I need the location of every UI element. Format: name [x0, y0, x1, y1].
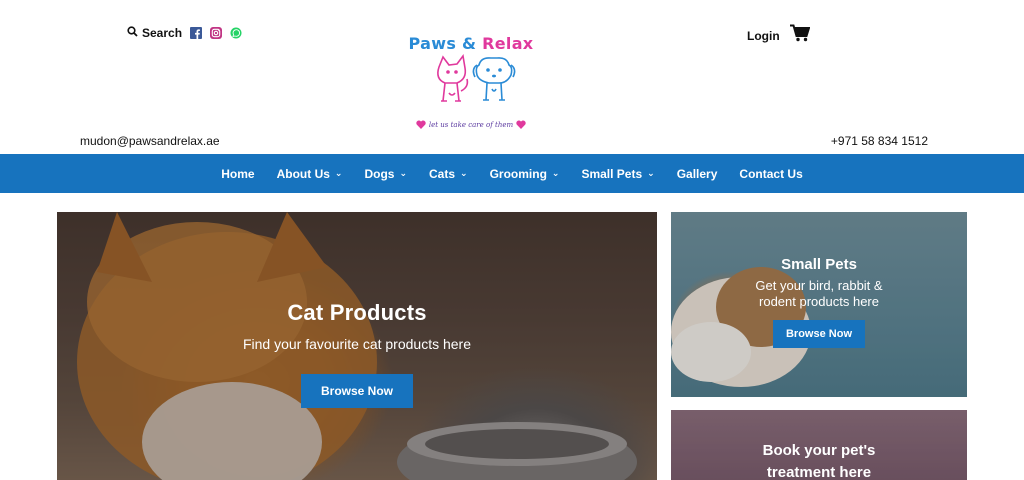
cat-dog-logo-icon: [437, 54, 516, 102]
hero-browse-button[interactable]: Browse Now: [300, 374, 413, 408]
header-right-tools: Login: [747, 24, 811, 47]
nav-item-grooming[interactable]: Grooming ⌄: [479, 167, 571, 181]
header-left-tools: Search: [127, 26, 242, 40]
nav-item-gallery[interactable]: Gallery: [666, 167, 729, 181]
chevron-down-icon: ⌄: [334, 168, 343, 178]
card-small-pets: Small Pets Get your bird, rabbit & roden…: [671, 212, 967, 397]
card-small-pets-title: Small Pets: [781, 256, 857, 273]
card-book-title: Book your pet's treatment here: [762, 442, 876, 480]
nav-item-about-us[interactable]: About Us ⌄: [266, 167, 354, 181]
main-navigation: Home About Us ⌄ Dogs ⌄ Cats ⌄ Grooming ⌄ Sma…: [0, 154, 1024, 193]
instagram-icon[interactable]: [210, 27, 223, 39]
contact-phone[interactable]: +971 58 834 1512: [831, 134, 928, 148]
search-icon: [127, 26, 138, 40]
whatsapp-icon[interactable]: [230, 27, 242, 39]
card-small-pets-content: Small Pets Get your bird, rabbit & roden…: [671, 256, 967, 348]
site-logo[interactable]: Paws & Relax let us take care of them: [408, 34, 534, 130]
login-link[interactable]: Login: [747, 29, 780, 43]
card-small-pets-subtitle: Get your bird, rabbit & rodent products …: [755, 278, 883, 309]
hero-subtitle: Find your favourite cat products here: [242, 336, 471, 352]
facebook-icon[interactable]: [190, 27, 203, 39]
card-book-treatment[interactable]: Book your pet's treatment here: [671, 410, 967, 480]
logo-title: Paws & Relax: [408, 34, 534, 53]
nav-item-cats[interactable]: Cats ⌄: [418, 167, 479, 181]
chevron-down-icon: ⌄: [460, 168, 468, 178]
hero-cat-products: Cat Products Find your favourite cat pro…: [57, 212, 657, 480]
chevron-down-icon: ⌄: [551, 168, 560, 178]
nav-item-home[interactable]: Home: [210, 167, 265, 181]
chevron-down-icon: ⌄: [399, 168, 408, 178]
search-button[interactable]: Search: [127, 26, 182, 40]
heart-icon: [416, 120, 426, 129]
nav-item-dogs[interactable]: Dogs ⌄: [353, 167, 418, 181]
contact-email[interactable]: mudon@pawsandrelax.ae: [80, 134, 220, 148]
heart-icon: [516, 120, 526, 129]
nav-item-small-pets[interactable]: Small Pets ⌄: [570, 167, 665, 181]
search-label: Search: [142, 26, 183, 40]
cart-icon[interactable]: [789, 24, 811, 47]
chevron-down-icon: ⌄: [647, 168, 655, 178]
hero-title: Cat Products: [287, 300, 427, 325]
card-book-content: Book your pet's treatment here: [671, 440, 967, 480]
logo-tagline: let us take care of them: [408, 120, 534, 129]
nav-item-contact-us[interactable]: Contact Us: [728, 167, 813, 181]
hero-content: Cat Products Find your favourite cat pro…: [57, 300, 657, 408]
small-pets-browse-button[interactable]: Browse Now: [772, 320, 865, 348]
